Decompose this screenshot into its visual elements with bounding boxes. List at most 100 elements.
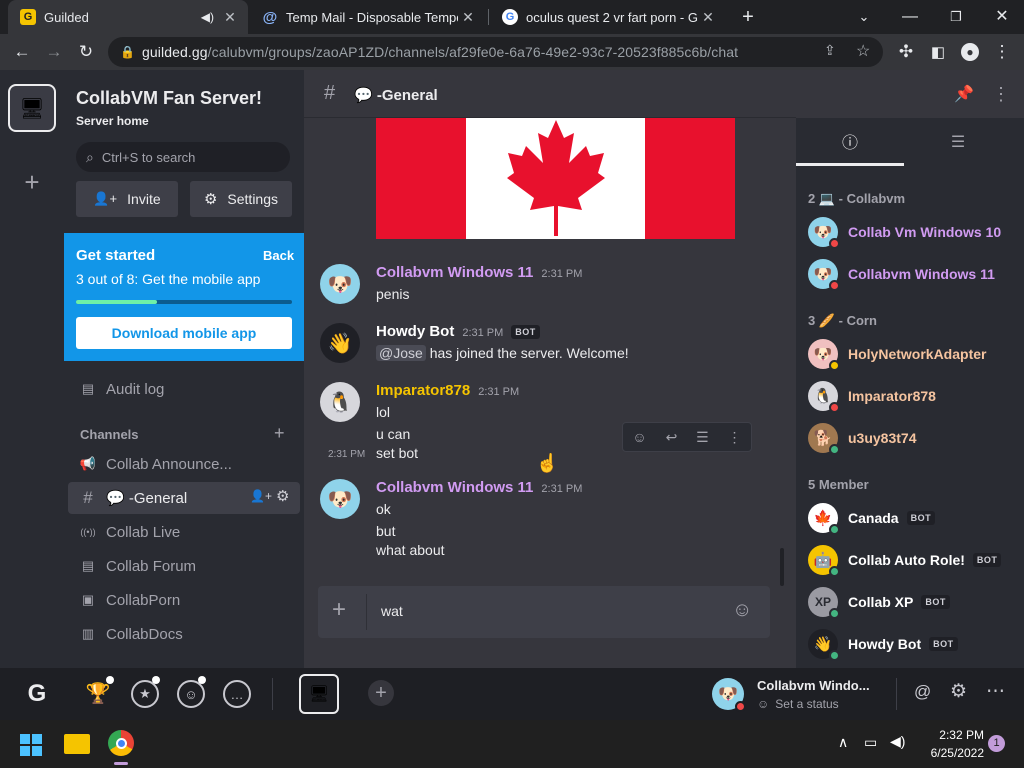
windows-taskbar: ∧ ▭ ◀) 2:32 PM 6/25/2022 1: [0, 720, 1024, 768]
trophy-icon[interactable]: 🏆: [84, 680, 112, 708]
message-text: ok: [376, 501, 391, 517]
waving-hand-avatar[interactable]: 👋: [320, 323, 360, 363]
add-server-icon[interactable]: +: [368, 680, 394, 706]
clock[interactable]: 2:32 PM: [924, 728, 984, 742]
channel-general[interactable]: # 💬 -General 👤+ ⚙: [68, 482, 300, 514]
invite-to-channel-icon[interactable]: 👤+: [250, 489, 272, 503]
close-tab-icon[interactable]: ✕: [220, 9, 240, 26]
message[interactable]: 👋 Howdy Bot 2:31 PM BOT @Jose has joined t…: [320, 323, 780, 367]
minimize-icon[interactable]: —: [898, 5, 922, 29]
search-input[interactable]: ⌕ Ctrl+S to search: [76, 142, 290, 172]
settings-button[interactable]: ⚙ Settings: [190, 181, 292, 217]
chat-scrollbar[interactable]: [780, 548, 784, 586]
back-icon[interactable]: ←: [10, 40, 34, 64]
user-avatar[interactable]: 🐶: [712, 678, 746, 712]
channel-more-icon[interactable]: ⋮: [992, 84, 1010, 105]
invite-button[interactable]: 👤+ Invite: [76, 181, 178, 217]
member-item[interactable]: 🍁 Canada BOT: [808, 500, 1018, 536]
add-attachment-icon[interactable]: +: [332, 598, 346, 622]
share-icon[interactable]: ⇪: [824, 42, 836, 59]
member-item[interactable]: 🐕 u3uy83t74: [808, 420, 1018, 456]
reload-icon[interactable]: ↻: [74, 40, 98, 64]
channel-collabdocs[interactable]: ▥ CollabDocs: [68, 618, 300, 650]
notification-badge[interactable]: 1: [988, 735, 1005, 752]
server-rail: 🖥 +: [0, 70, 64, 668]
extensions-icon[interactable]: ✣: [894, 40, 918, 64]
tab-temp-mail[interactable]: @ Temp Mail - Disposable Tempora ✕: [250, 0, 486, 34]
user-mention[interactable]: @Jose: [376, 345, 426, 361]
message-author[interactable]: Collabvm Windows 11 2:31 PM: [376, 264, 582, 281]
browser-menu-icon[interactable]: ⋮: [990, 40, 1014, 64]
side-panel-icon[interactable]: ◧: [926, 40, 950, 64]
message-author[interactable]: Imparator878 2:31 PM: [376, 382, 519, 399]
date[interactable]: 6/25/2022: [918, 746, 984, 760]
settings-gear-icon[interactable]: ⚙: [950, 680, 967, 703]
threads-tab-icon[interactable]: ☰: [904, 118, 1012, 166]
channel-collab-forum[interactable]: ▤ Collab Forum: [68, 550, 300, 582]
close-tab-icon[interactable]: ✕: [698, 9, 718, 26]
add-server-icon[interactable]: +: [20, 169, 44, 195]
current-user-name[interactable]: Collabvm Windo...: [757, 678, 870, 693]
more-options-icon[interactable]: ⋮: [728, 429, 742, 446]
server-home-label[interactable]: Server home: [76, 114, 149, 128]
download-mobile-app-button[interactable]: Download mobile app: [76, 317, 292, 349]
profile-icon[interactable]: ●: [958, 40, 982, 64]
file-explorer-icon[interactable]: [64, 734, 90, 754]
channel-collab-announcements[interactable]: 📢 Collab Announce...: [68, 448, 300, 480]
canada-flag-image[interactable]: [376, 118, 735, 239]
tab-google-search[interactable]: G oculus quest 2 vr fart porn - Goo ✕: [490, 0, 726, 34]
address-bar[interactable]: 🔒 guilded.gg/calubvm/groups/zaoAP1ZD/cha…: [108, 37, 883, 67]
member-item[interactable]: 👋 Howdy Bot BOT: [808, 626, 1018, 662]
forward-icon[interactable]: →: [42, 40, 66, 64]
member-item[interactable]: 🐶 Collab Vm Windows 10: [808, 214, 1018, 250]
tab-guilded[interactable]: G Guilded ◀) ✕: [8, 0, 248, 34]
new-tab-icon[interactable]: +: [736, 5, 760, 29]
close-window-icon[interactable]: ✕: [990, 5, 1014, 29]
back-link[interactable]: Back: [263, 248, 294, 263]
server-name[interactable]: CollabVM Fan Server!: [76, 88, 262, 109]
chat-bubble-icon[interactable]: …: [223, 680, 251, 708]
penguins-avatar[interactable]: 🐧: [320, 382, 360, 422]
collabvm-server-shortcut-icon[interactable]: 🖥: [299, 674, 339, 714]
restore-icon[interactable]: ❐: [944, 5, 968, 29]
close-tab-icon[interactable]: ✕: [458, 9, 478, 26]
guilded-logo-icon[interactable]: G: [22, 680, 52, 708]
reply-icon[interactable]: ↩: [666, 429, 678, 446]
message-input[interactable]: wat: [381, 603, 403, 619]
collabvm-server-icon[interactable]: 🖥: [8, 84, 56, 132]
member-item[interactable]: XP Collab XP BOT: [808, 584, 1018, 620]
message[interactable]: 🐶 Collabvm Windows 11 2:31 PM ok but what…: [320, 479, 780, 559]
audit-log-item[interactable]: ▤ Audit log: [68, 373, 300, 405]
add-reaction-icon[interactable]: ☺: [632, 429, 646, 445]
set-status-link[interactable]: ☺ Set a status: [757, 697, 839, 711]
mentions-icon[interactable]: @: [914, 682, 931, 702]
message[interactable]: 🐶 Collabvm Windows 11 2:31 PM penis: [320, 264, 780, 308]
message-author[interactable]: Collabvm Windows 11 2:31 PM: [376, 479, 582, 496]
pin-icon[interactable]: 📌: [954, 84, 974, 104]
channel-settings-gear-icon[interactable]: ⚙: [276, 487, 289, 505]
member-item[interactable]: 🤖 Collab Auto Role! BOT: [808, 542, 1018, 578]
info-tab-icon[interactable]: ⓘ: [796, 118, 904, 166]
windows-start-icon[interactable]: [20, 734, 42, 756]
volume-icon[interactable]: ◀): [890, 733, 905, 750]
show-hidden-icons-icon[interactable]: ∧: [838, 734, 848, 751]
thread-icon[interactable]: ☰: [696, 429, 709, 446]
star-badge-icon[interactable]: ★: [131, 680, 159, 708]
channel-collab-live[interactable]: ((•)) Collab Live: [68, 516, 300, 548]
speaker-icon[interactable]: ◀): [201, 10, 214, 24]
message-author[interactable]: Howdy Bot 2:31 PM BOT: [376, 323, 540, 340]
bookmark-star-icon[interactable]: ☆: [856, 41, 870, 61]
member-item[interactable]: 🐧 Imparator878: [808, 378, 1018, 414]
more-icon[interactable]: ⋯: [986, 680, 1005, 703]
add-channel-icon[interactable]: +: [274, 423, 285, 444]
tab-search-icon[interactable]: ⌄: [852, 5, 876, 29]
member-item[interactable]: 🐶 Collabvm Windows 11: [808, 256, 1018, 292]
member-item[interactable]: 🐶 HolyNetworkAdapter: [808, 336, 1018, 372]
friends-icon[interactable]: ☺: [177, 680, 205, 708]
doge-avatar[interactable]: 🐶: [320, 479, 360, 519]
doge-avatar[interactable]: 🐶: [320, 264, 360, 304]
network-icon[interactable]: ▭: [864, 734, 877, 751]
channel-collabporn[interactable]: ▣ CollabPorn: [68, 584, 300, 616]
emoji-icon[interactable]: ☺: [732, 599, 752, 622]
chrome-icon[interactable]: [108, 730, 134, 756]
